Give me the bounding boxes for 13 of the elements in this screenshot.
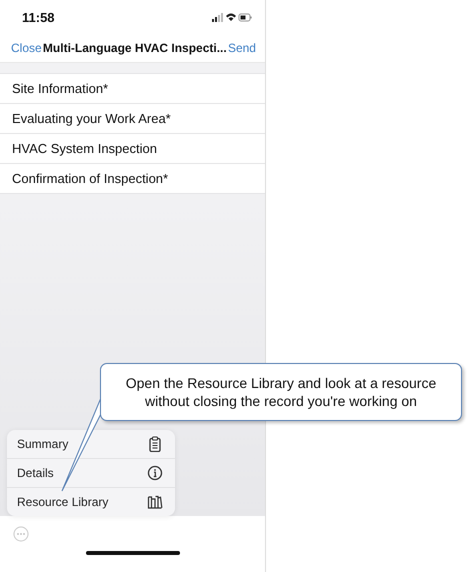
status-time: 11:58 <box>22 10 55 24</box>
record-title: Multi-Language HVAC Inspecti... <box>42 41 227 55</box>
info-icon <box>147 465 163 481</box>
section-item[interactable]: Evaluating your Work Area* <box>0 104 265 134</box>
section-item[interactable]: HVAC System Inspection <box>0 134 265 164</box>
books-icon <box>147 494 163 510</box>
status-icons <box>212 12 252 22</box>
send-button[interactable]: Send <box>228 41 256 55</box>
section-item[interactable]: Site Information* <box>0 74 265 104</box>
more-icon[interactable] <box>13 526 29 542</box>
clipboard-icon <box>147 436 163 452</box>
close-button[interactable]: Close <box>11 41 42 55</box>
menu-item[interactable]: Resource Library <box>7 488 175 516</box>
